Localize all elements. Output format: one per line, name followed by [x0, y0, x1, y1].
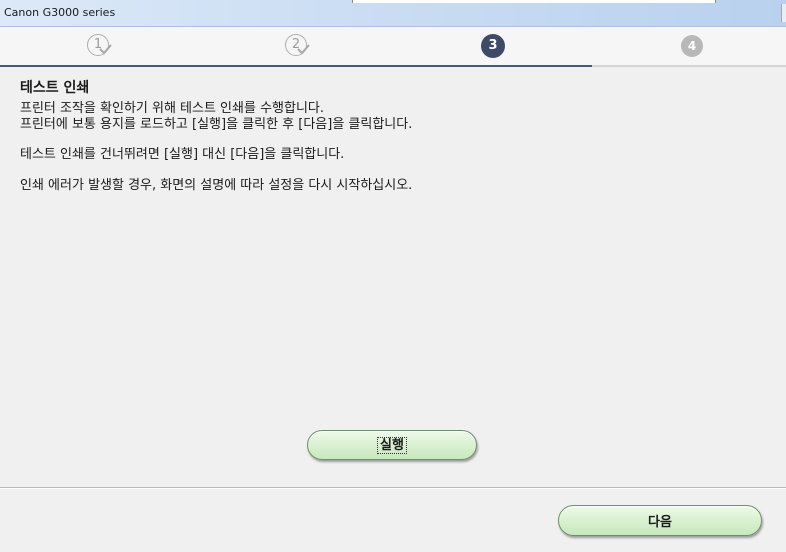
instruction-line-4: 인쇄 에러가 발생할 경우, 화면의 설명에 따라 설정을 다시 시작하십시오.	[20, 178, 413, 193]
instruction-line-1: 프린터 조작을 확인하기 위해 테스트 인쇄를 수행합니다.	[20, 101, 325, 116]
content-area: 테스트 인쇄 프린터 조작을 확인하기 위해 테스트 인쇄를 수행합니다. 프린…	[0, 67, 786, 487]
step-3-number: 3	[481, 34, 505, 58]
step-indicator: 1 2 3 4	[0, 27, 786, 67]
title-bar[interactable]: Canon G3000 series	[0, 0, 786, 27]
check-icon	[297, 44, 310, 55]
instruction-line-2: 프린터에 보통 용지를 로드하고 [실행]을 클릭한 후 [다음]을 클릭합니다…	[20, 117, 413, 132]
check-icon	[99, 44, 112, 55]
instruction-line-3: 테스트 인쇄를 건너뛰려면 [실행] 대신 [다음]을 클릭합니다.	[20, 147, 345, 162]
window-frame-edge	[781, 4, 786, 22]
run-button[interactable]: 실행	[307, 430, 477, 460]
step-2: 2	[285, 34, 310, 58]
page-title: 테스트 인쇄	[20, 80, 90, 96]
run-button-label: 실행	[377, 436, 407, 454]
step-4-number: 4	[681, 35, 703, 57]
setup-window: Canon G3000 series 1 2 3 4 테스트 인쇄 프린터 조작…	[0, 0, 786, 552]
next-button[interactable]: 다음	[558, 505, 762, 536]
step-1: 1	[87, 34, 112, 58]
background-window-edge	[352, 0, 716, 3]
window-title: Canon G3000 series	[4, 6, 116, 19]
step-3: 3	[481, 34, 505, 58]
step-4: 4	[681, 35, 705, 59]
footer-divider-highlight	[0, 488, 786, 489]
